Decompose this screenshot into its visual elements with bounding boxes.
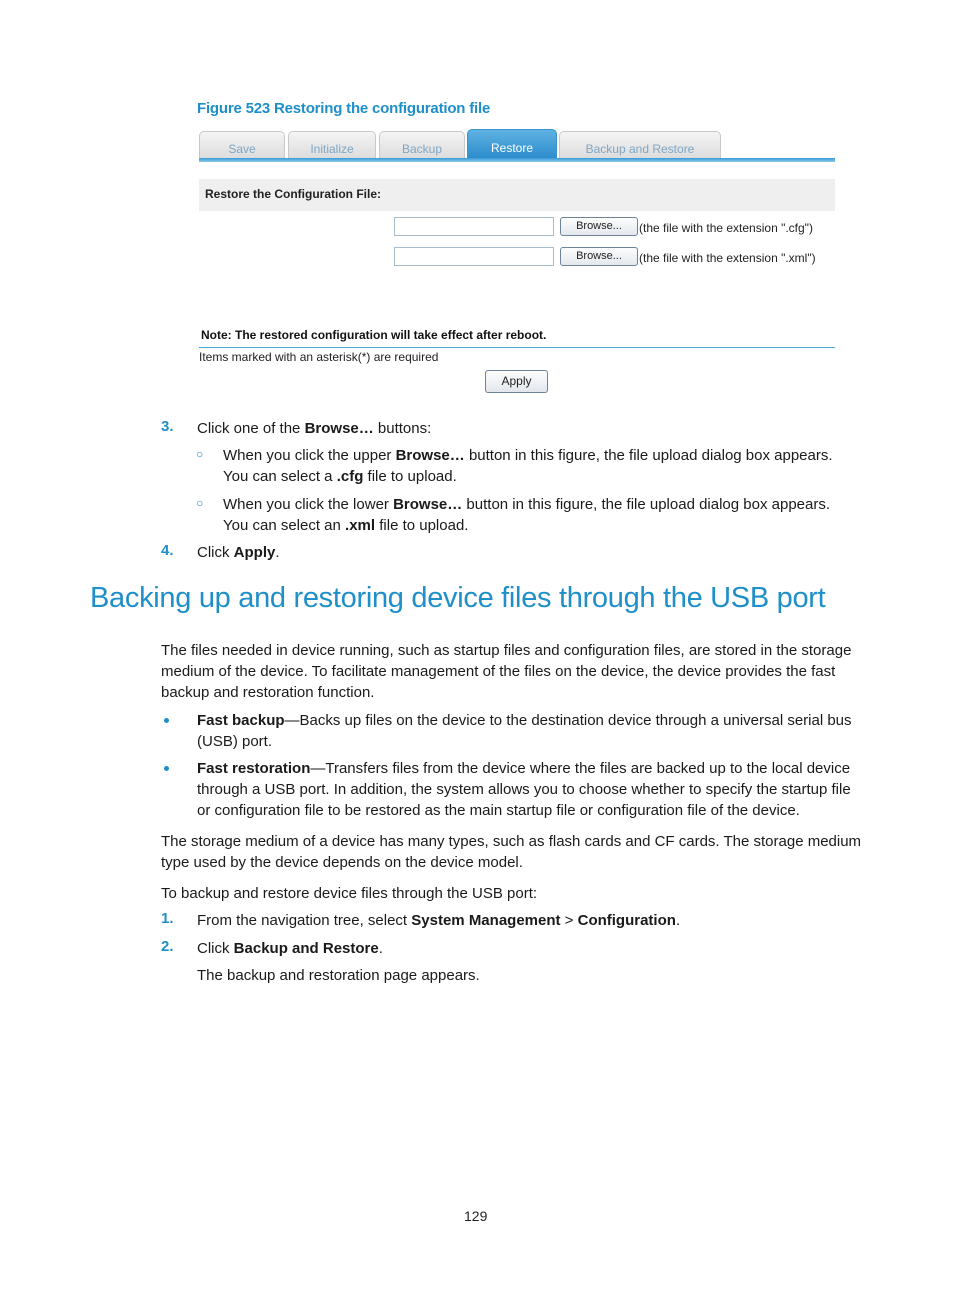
text-run: Click xyxy=(197,544,234,561)
step-number: 4. xyxy=(161,542,174,559)
bullet-text-line: through a USB port. In addition, the sys… xyxy=(197,781,851,798)
browse-cfg-button[interactable]: Browse... xyxy=(560,217,638,236)
circle-bullet-icon: ○ xyxy=(196,496,204,510)
required-fields-note: Items marked with an asterisk(*) are req… xyxy=(199,350,439,364)
bullet-text: Fast backup—Backs up files on the device… xyxy=(197,710,852,731)
step-result: The backup and restoration page appears. xyxy=(197,967,480,984)
bold-run: .cfg xyxy=(336,468,364,485)
text-run: When you click the lower xyxy=(223,496,394,513)
figure-caption: Figure 523 Restoring the configuration f… xyxy=(197,100,491,117)
text-run: file to upload. xyxy=(375,517,469,534)
bullet-icon xyxy=(164,766,169,771)
text-run: When you click the upper xyxy=(223,447,396,464)
bold-run: Browse… xyxy=(393,496,463,513)
intro-line: backup and restoration function. xyxy=(161,684,375,701)
cfg-extension-hint: (the file with the extension ".cfg") xyxy=(639,221,813,235)
tab-bar: Save Initialize Backup Restore Backup an… xyxy=(199,129,835,163)
tab-save[interactable]: Save xyxy=(199,131,285,159)
bold-run: System Management xyxy=(411,912,561,929)
text-run: . xyxy=(378,940,383,957)
tab-backup-and-restore[interactable]: Backup and Restore xyxy=(559,131,721,159)
sub-item-text: When you click the upper Browse… button … xyxy=(223,445,833,466)
text-run: button in this figure, the file upload d… xyxy=(462,496,831,513)
step-text: Click one of the Browse… buttons: xyxy=(197,418,431,439)
text-run: You can select an xyxy=(223,517,346,534)
bold-run: Fast backup xyxy=(197,712,285,729)
tab-backup[interactable]: Backup xyxy=(379,131,465,159)
browse-xml-button[interactable]: Browse... xyxy=(560,247,638,266)
tab-underline xyxy=(199,158,835,162)
intro-line: The files needed in device running, such… xyxy=(161,642,852,659)
xml-extension-hint: (the file with the extension ".xml") xyxy=(639,251,816,265)
step-text: Click Apply. xyxy=(197,542,280,563)
text-run: —Backs up files on the device to the des… xyxy=(284,712,852,729)
step-number: 3. xyxy=(161,418,174,435)
bullet-text-line: or configuration file to be restored as … xyxy=(197,802,800,819)
sub-item-text-line2: You can select an .xml file to upload. xyxy=(223,515,468,536)
reboot-note: Note: The restored configuration will ta… xyxy=(201,328,547,342)
cfg-file-input[interactable] xyxy=(394,217,554,236)
text-run: Click xyxy=(197,940,234,957)
bullet-icon xyxy=(164,718,169,723)
text-run: —Transfers files from the device where t… xyxy=(310,760,851,777)
bold-run: Browse… xyxy=(304,420,374,437)
step-text: From the navigation tree, select System … xyxy=(197,910,680,931)
step-number: 2. xyxy=(161,938,174,955)
sub-item-text-line2: You can select a .cfg file to upload. xyxy=(223,466,457,487)
bold-run: Backup and Restore xyxy=(233,940,379,957)
text-run: button in this figure, the file upload d… xyxy=(464,447,833,464)
note-divider xyxy=(199,347,835,348)
text-run: > xyxy=(560,912,578,929)
circle-bullet-icon: ○ xyxy=(196,447,204,461)
step-number: 1. xyxy=(161,910,174,927)
text-run: From the navigation tree, select xyxy=(197,912,412,929)
page-number: 129 xyxy=(464,1208,488,1224)
section-title: Restore the Configuration File: xyxy=(205,187,382,201)
text-run: buttons: xyxy=(373,420,432,437)
bullet-text-line: (USB) port. xyxy=(197,733,273,750)
step-text: Click Backup and Restore. xyxy=(197,938,383,959)
sub-item-text: When you click the lower Browse… button … xyxy=(223,494,830,515)
storage-line: type used by the device depends on the d… xyxy=(161,854,523,871)
bold-run: Fast restoration xyxy=(197,760,311,777)
section-heading: Backing up and restoring device files th… xyxy=(90,582,826,614)
text-run: . xyxy=(675,912,681,929)
text-run: file to upload. xyxy=(363,468,457,485)
xml-file-input[interactable] xyxy=(394,247,554,266)
storage-line: The storage medium of a device has many … xyxy=(161,833,862,850)
procedure-intro: To backup and restore device files throu… xyxy=(161,885,538,902)
bullet-text: Fast restoration—Transfers files from th… xyxy=(197,758,850,779)
text-run: . xyxy=(275,544,280,561)
bold-run: Browse… xyxy=(395,447,465,464)
intro-line: medium of the device. To facilitate mana… xyxy=(161,663,836,680)
bold-run: .xml xyxy=(345,517,376,534)
tab-initialize[interactable]: Initialize xyxy=(288,131,376,159)
bold-run: Apply xyxy=(233,544,276,561)
text-run: Click one of the xyxy=(197,420,305,437)
bold-run: Configuration xyxy=(577,912,676,929)
tab-restore[interactable]: Restore xyxy=(467,129,557,159)
apply-button[interactable]: Apply xyxy=(485,370,548,393)
text-run: You can select a xyxy=(223,468,337,485)
